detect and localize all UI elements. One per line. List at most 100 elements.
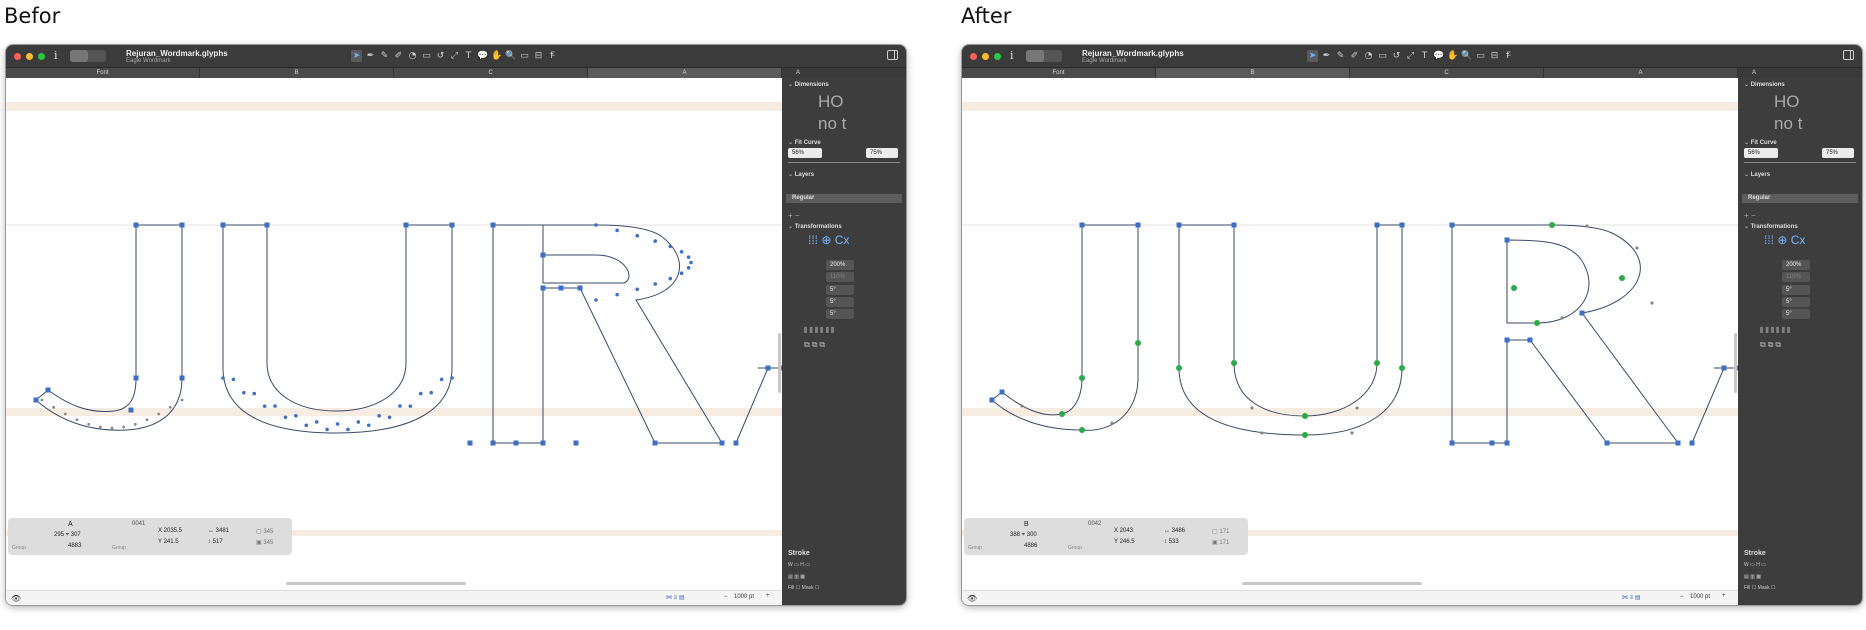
align-grid-icon[interactable]: ⁞⁞⁞ ⊕ Cx [1764, 233, 1805, 247]
curve-node[interactable] [231, 377, 236, 382]
curve-node[interactable] [252, 391, 257, 396]
off-curve-handle[interactable] [168, 405, 172, 409]
curve-node[interactable] [408, 404, 413, 408]
zoom-out-icon[interactable]: − [1680, 594, 1684, 600]
close-window-button[interactable] [14, 53, 21, 60]
off-curve-handle[interactable] [1250, 406, 1254, 410]
off-curve-handle[interactable] [1355, 406, 1359, 410]
corner-node[interactable] [989, 397, 995, 403]
curve-node[interactable] [615, 292, 619, 297]
corner-node[interactable] [179, 222, 185, 228]
zoom-in-icon[interactable]: + [766, 593, 770, 599]
skew-field[interactable]: 5° [1782, 309, 1810, 319]
knife-tool-icon[interactable]: ⊟ [1489, 50, 1500, 62]
corner-node[interactable] [264, 222, 270, 228]
curve-node[interactable] [366, 423, 371, 428]
curve-node[interactable] [398, 404, 402, 408]
boolean-icons-row[interactable]: ⧉⧉⧉ [1760, 340, 1783, 350]
fit-curve-left-field[interactable]: 56% [788, 148, 822, 158]
zoom-window-button[interactable] [38, 53, 45, 60]
curve-node[interactable] [653, 239, 658, 243]
smooth-node[interactable] [1079, 427, 1085, 433]
smooth-node[interactable] [1619, 275, 1625, 281]
curve-node[interactable] [418, 391, 423, 396]
scale-field[interactable]: 200% [826, 260, 854, 270]
off-curve-handle[interactable] [1350, 431, 1354, 435]
curve-node[interactable] [242, 390, 246, 395]
corner-node[interactable] [540, 285, 546, 291]
pencil-tool-icon[interactable]: ✎ [379, 50, 390, 62]
select-tool-icon[interactable]: ➤ [351, 50, 362, 62]
off-curve-handle[interactable] [110, 426, 114, 430]
close-window-button[interactable] [970, 53, 977, 60]
corner-node[interactable] [573, 440, 579, 446]
dimensions-section-header[interactable]: Dimensions [788, 81, 829, 88]
off-curve-handle[interactable] [1585, 224, 1589, 228]
brush-tool-icon[interactable]: ✐ [1349, 50, 1360, 62]
corner-node[interactable] [652, 440, 658, 446]
curve-node[interactable] [594, 298, 598, 302]
corner-node[interactable] [765, 365, 771, 371]
smooth-node[interactable] [1176, 365, 1182, 371]
rotate-tool-icon[interactable]: ↺ [435, 50, 446, 62]
corner-node[interactable] [1449, 222, 1455, 228]
corner-node[interactable] [133, 222, 139, 228]
off-curve-handle[interactable] [145, 418, 149, 422]
corner-node[interactable] [733, 440, 739, 446]
curve-node[interactable] [668, 244, 673, 249]
annotation-tool-icon[interactable]: 💬 [1433, 50, 1444, 62]
measure-tool-icon[interactable]: ▭ [1475, 50, 1486, 62]
corner-node[interactable] [403, 222, 409, 228]
stroke-section-header[interactable]: Stroke [1744, 550, 1766, 557]
measure-tool-icon[interactable]: ▭ [519, 50, 530, 62]
corner-node[interactable] [1721, 365, 1727, 371]
minimize-window-button[interactable] [982, 53, 989, 60]
corner-node[interactable] [179, 375, 185, 381]
brush-tool-icon[interactable]: ✐ [393, 50, 404, 62]
shape-tool-icon[interactable]: ◔ [1363, 50, 1374, 62]
horizontal-scrollbar[interactable] [286, 582, 466, 585]
pen-tool-icon[interactable]: ✒ [1321, 50, 1332, 62]
smooth-node[interactable] [1231, 360, 1237, 366]
zoom-tool-icon[interactable]: 🔍 [505, 50, 516, 62]
stroke-position-row[interactable]: ▤ ▥ ▦ [788, 574, 805, 580]
hand-tool-icon[interactable]: ✋ [1447, 50, 1458, 62]
scale-field[interactable]: 200% [1782, 260, 1810, 270]
tab-font[interactable]: Font [962, 68, 1156, 78]
corner-node[interactable] [719, 440, 725, 446]
curve-node[interactable] [304, 423, 309, 428]
slant-field[interactable]: 5° [826, 297, 854, 307]
fit-curve-slider[interactable] [788, 162, 900, 167]
scale-field-2[interactable]: 110% [1782, 272, 1810, 282]
fit-curve-slider[interactable] [1744, 162, 1856, 167]
off-curve-handle[interactable] [75, 418, 79, 422]
scale-field-2[interactable]: 110% [826, 272, 854, 282]
corner-node[interactable] [128, 407, 134, 413]
corner-node[interactable] [1079, 222, 1085, 228]
corner-node[interactable] [558, 285, 564, 291]
display-options-icons[interactable]: ⋈ ≡ ▤ [1622, 594, 1641, 601]
align-icons-row[interactable]: ⫴⫴⫴⫴⫴⫴ [804, 326, 836, 336]
preview-eye-icon[interactable]: 👁 [11, 594, 21, 603]
smooth-node[interactable] [1374, 360, 1380, 366]
rectangle-tool-icon[interactable]: ▭ [421, 50, 432, 62]
off-curve-handle[interactable] [1635, 246, 1639, 250]
fit-curve-section-header[interactable]: Fit Curve [788, 139, 821, 146]
corner-node[interactable] [220, 222, 226, 228]
transformations-section-header[interactable]: Transformations [1744, 223, 1798, 230]
smooth-node[interactable] [1511, 285, 1517, 291]
off-curve-handle[interactable] [1260, 431, 1264, 435]
view-mode-toggle[interactable] [70, 50, 106, 62]
corner-node[interactable] [1504, 337, 1510, 343]
corner-node[interactable] [33, 397, 39, 403]
curve-node[interactable] [689, 260, 693, 265]
add-layer-icon[interactable]: + − [788, 211, 800, 220]
off-curve-handle[interactable] [133, 422, 137, 426]
off-curve-handle[interactable] [87, 422, 91, 426]
scale-tool-icon[interactable]: ⤢ [449, 50, 460, 62]
curve-node[interactable] [346, 427, 350, 432]
curve-node[interactable] [668, 276, 673, 281]
annotation-tool-icon[interactable]: 💬 [477, 50, 488, 62]
smooth-node[interactable] [1302, 432, 1308, 438]
corner-node[interactable] [577, 285, 583, 291]
